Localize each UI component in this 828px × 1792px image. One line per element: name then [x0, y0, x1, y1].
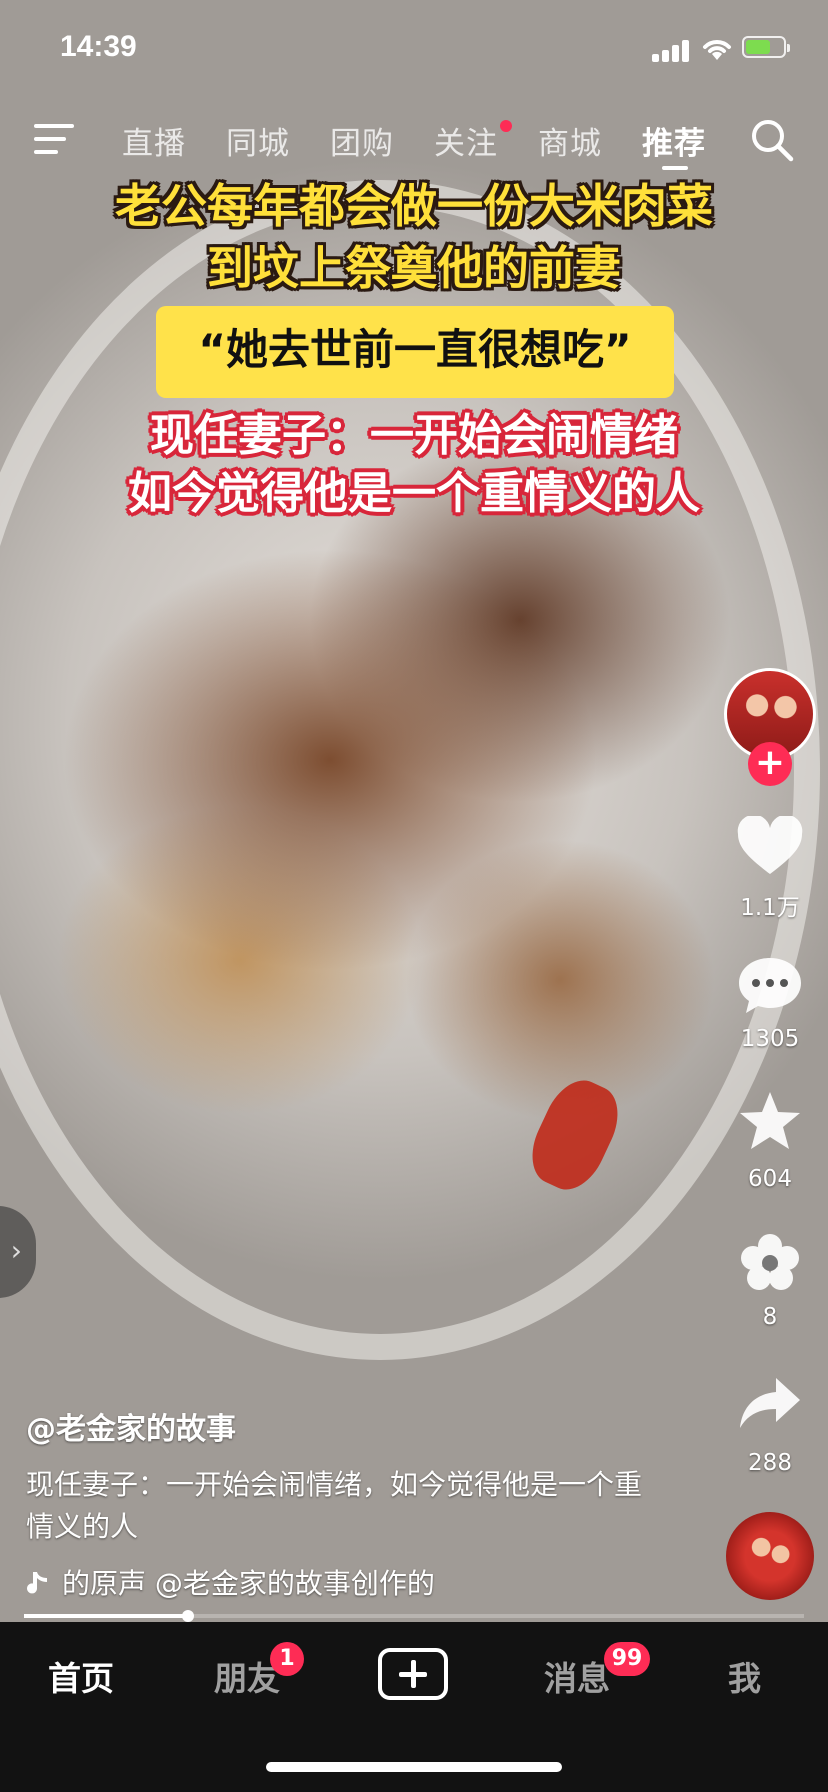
flower-icon[interactable]	[736, 1232, 804, 1294]
share-arrow-icon[interactable]	[736, 1372, 804, 1434]
comment-icon[interactable]	[736, 954, 804, 1016]
video-caption-line2: 到坟上祭奠他的前妻	[207, 241, 621, 295]
like-count: 1.1万	[740, 895, 800, 921]
create-plus-button[interactable]	[378, 1648, 448, 1700]
music-info[interactable]: 的原声 @老金家的故事创作的	[26, 1562, 496, 1600]
home-indicator	[266, 1762, 562, 1772]
video-caption-line1: 老公每年都会做一份大米肉菜	[115, 179, 713, 233]
top-nav: 直播 同城 团购 关注 商城 推荐	[0, 112, 828, 172]
progress-fill	[24, 1614, 188, 1618]
battery-icon	[742, 36, 790, 58]
music-disc[interactable]	[726, 1512, 814, 1600]
tab-me[interactable]: 我	[728, 1652, 761, 1700]
flower-count: 8	[762, 1304, 778, 1330]
tab-following[interactable]: 关注	[434, 118, 512, 163]
search-icon[interactable]	[750, 118, 794, 162]
active-tab-indicator	[662, 166, 688, 170]
status-time: 14:39	[60, 30, 137, 63]
comment-count: 1305	[740, 1026, 800, 1052]
tab-group-buy[interactable]: 团购	[330, 118, 394, 163]
video-screen[interactable]: 14:39 直播 同城 团购 关注 商城 推荐 老公每年都会做一份大米肉菜 到坟…	[0, 0, 828, 1792]
favorite-count: 604	[748, 1166, 792, 1192]
author-name[interactable]: @老金家的故事	[26, 1404, 236, 1448]
tab-mall[interactable]: 商城	[538, 118, 602, 163]
progress-knob[interactable]	[181, 1610, 194, 1622]
tab-following-label: 关注	[434, 126, 498, 162]
video-description[interactable]: 现任妻子：一开始会闹情绪，如今觉得他是一个重情义的人	[26, 1464, 656, 1548]
tab-local[interactable]: 同城	[226, 118, 290, 163]
tab-live[interactable]: 直播	[122, 118, 186, 163]
music-title: 的原声 @老金家的故事创作的	[62, 1567, 435, 1600]
tab-recommend[interactable]: 推荐	[642, 118, 706, 163]
follow-button[interactable]: +	[748, 742, 792, 786]
friends-badge: 1	[270, 1642, 304, 1676]
notification-dot	[500, 120, 512, 132]
wifi-icon	[703, 40, 731, 60]
like-heart-icon[interactable]	[736, 816, 804, 878]
menu-icon[interactable]	[34, 124, 74, 154]
messages-badge: 99	[604, 1642, 650, 1676]
video-progress[interactable]	[24, 1610, 804, 1622]
tab-home[interactable]: 首页	[48, 1652, 114, 1700]
status-bar: 14:39	[0, 0, 828, 96]
video-caption-line4: 如今觉得他是一个重情义的人	[128, 468, 700, 519]
music-note-icon	[27, 1572, 47, 1594]
video-caption-line3: 现任妻子：一开始会闹情绪	[150, 410, 678, 461]
signal-icon	[652, 38, 692, 62]
video-quote: “她去世前一直很想吃”	[198, 325, 632, 374]
favorite-star-icon[interactable]	[736, 1090, 804, 1152]
chevron-right-icon: ›	[10, 1234, 22, 1267]
share-count: 288	[748, 1450, 792, 1476]
tab-messages[interactable]: 消息	[544, 1652, 610, 1700]
